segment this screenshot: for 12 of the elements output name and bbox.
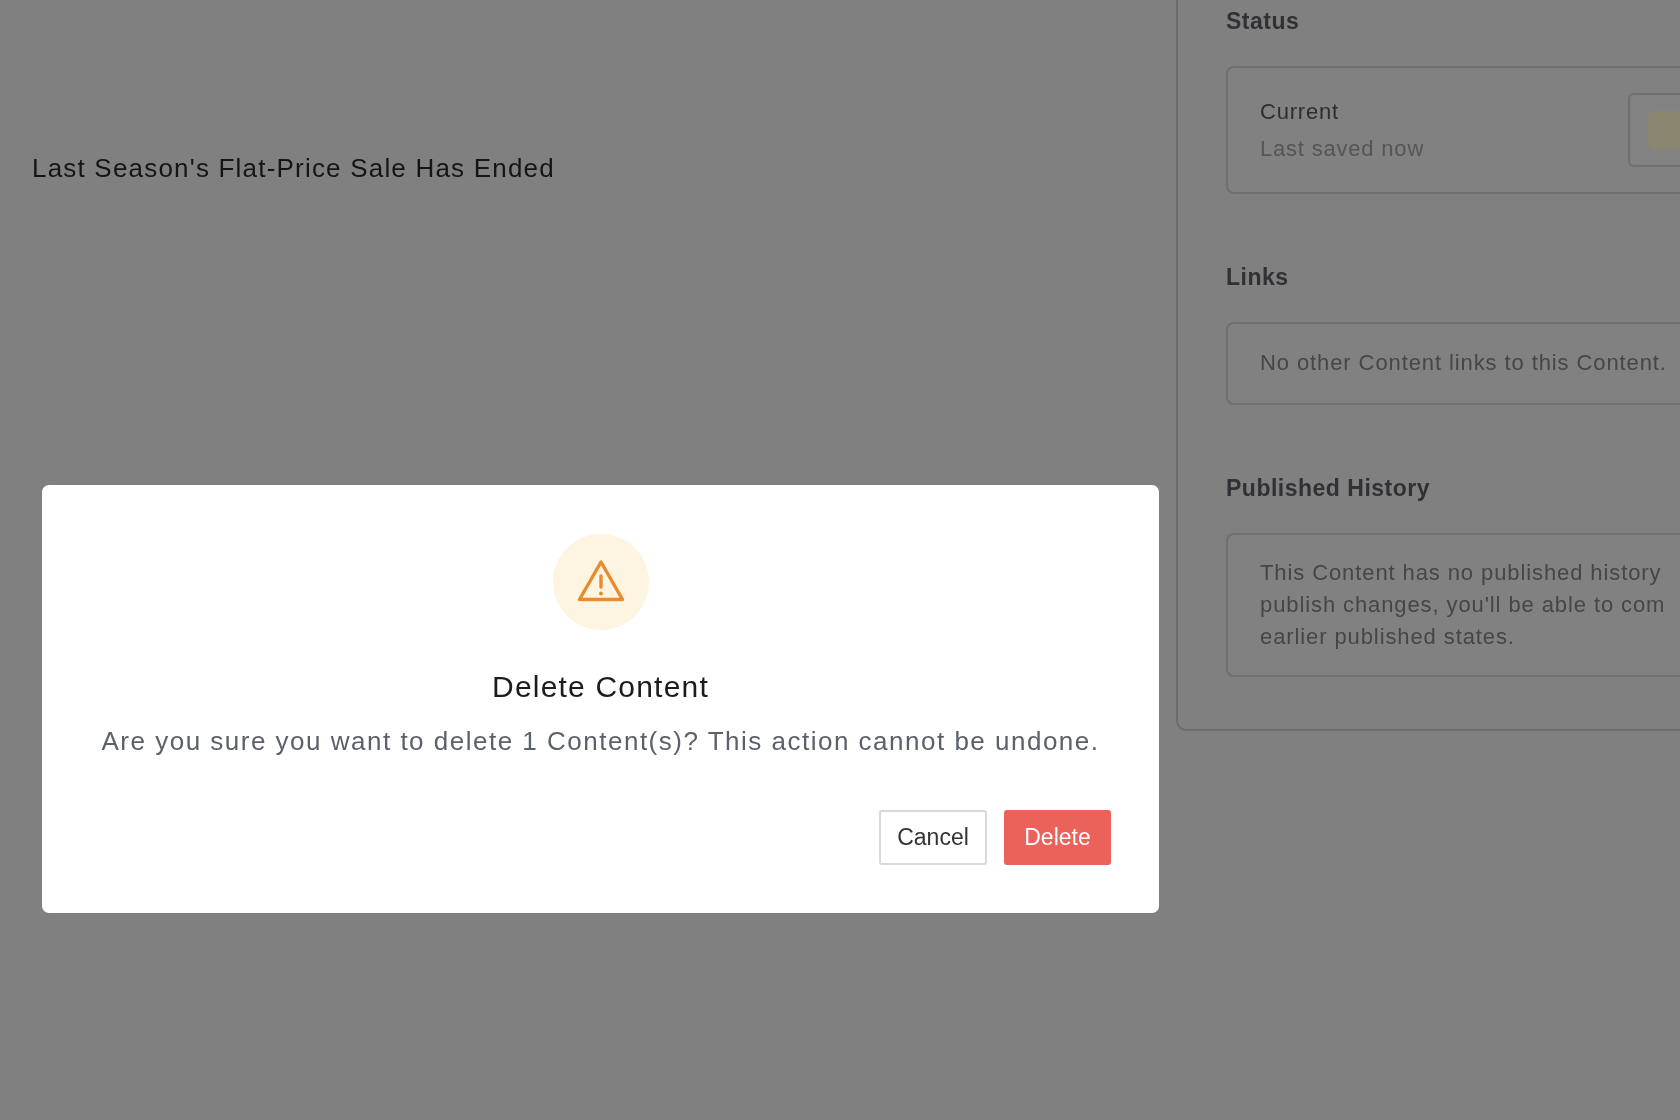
warning-icon [552,534,649,630]
info-text: This Content has no published history publish changes, you'll be able to com earlier published states. [1260,559,1666,651]
status-control[interactable] [1628,93,1680,167]
dialog-message: Are you sure you want to delete 1 Content(s)? This action cannot be undone. [101,725,1100,758]
info-text: No other Content links to this Content. [1260,349,1667,377]
dialog-title: Delete Content [492,669,709,705]
section-heading: Published History [1226,474,1431,503]
page-title: Last Season's Flat-Price Sale Has Ended [32,152,555,185]
status-label: Current [1260,97,1339,126]
section-heading: Status [1226,7,1300,36]
section-heading: Links [1226,263,1289,292]
cancel-button[interactable]: Cancel [879,810,987,865]
